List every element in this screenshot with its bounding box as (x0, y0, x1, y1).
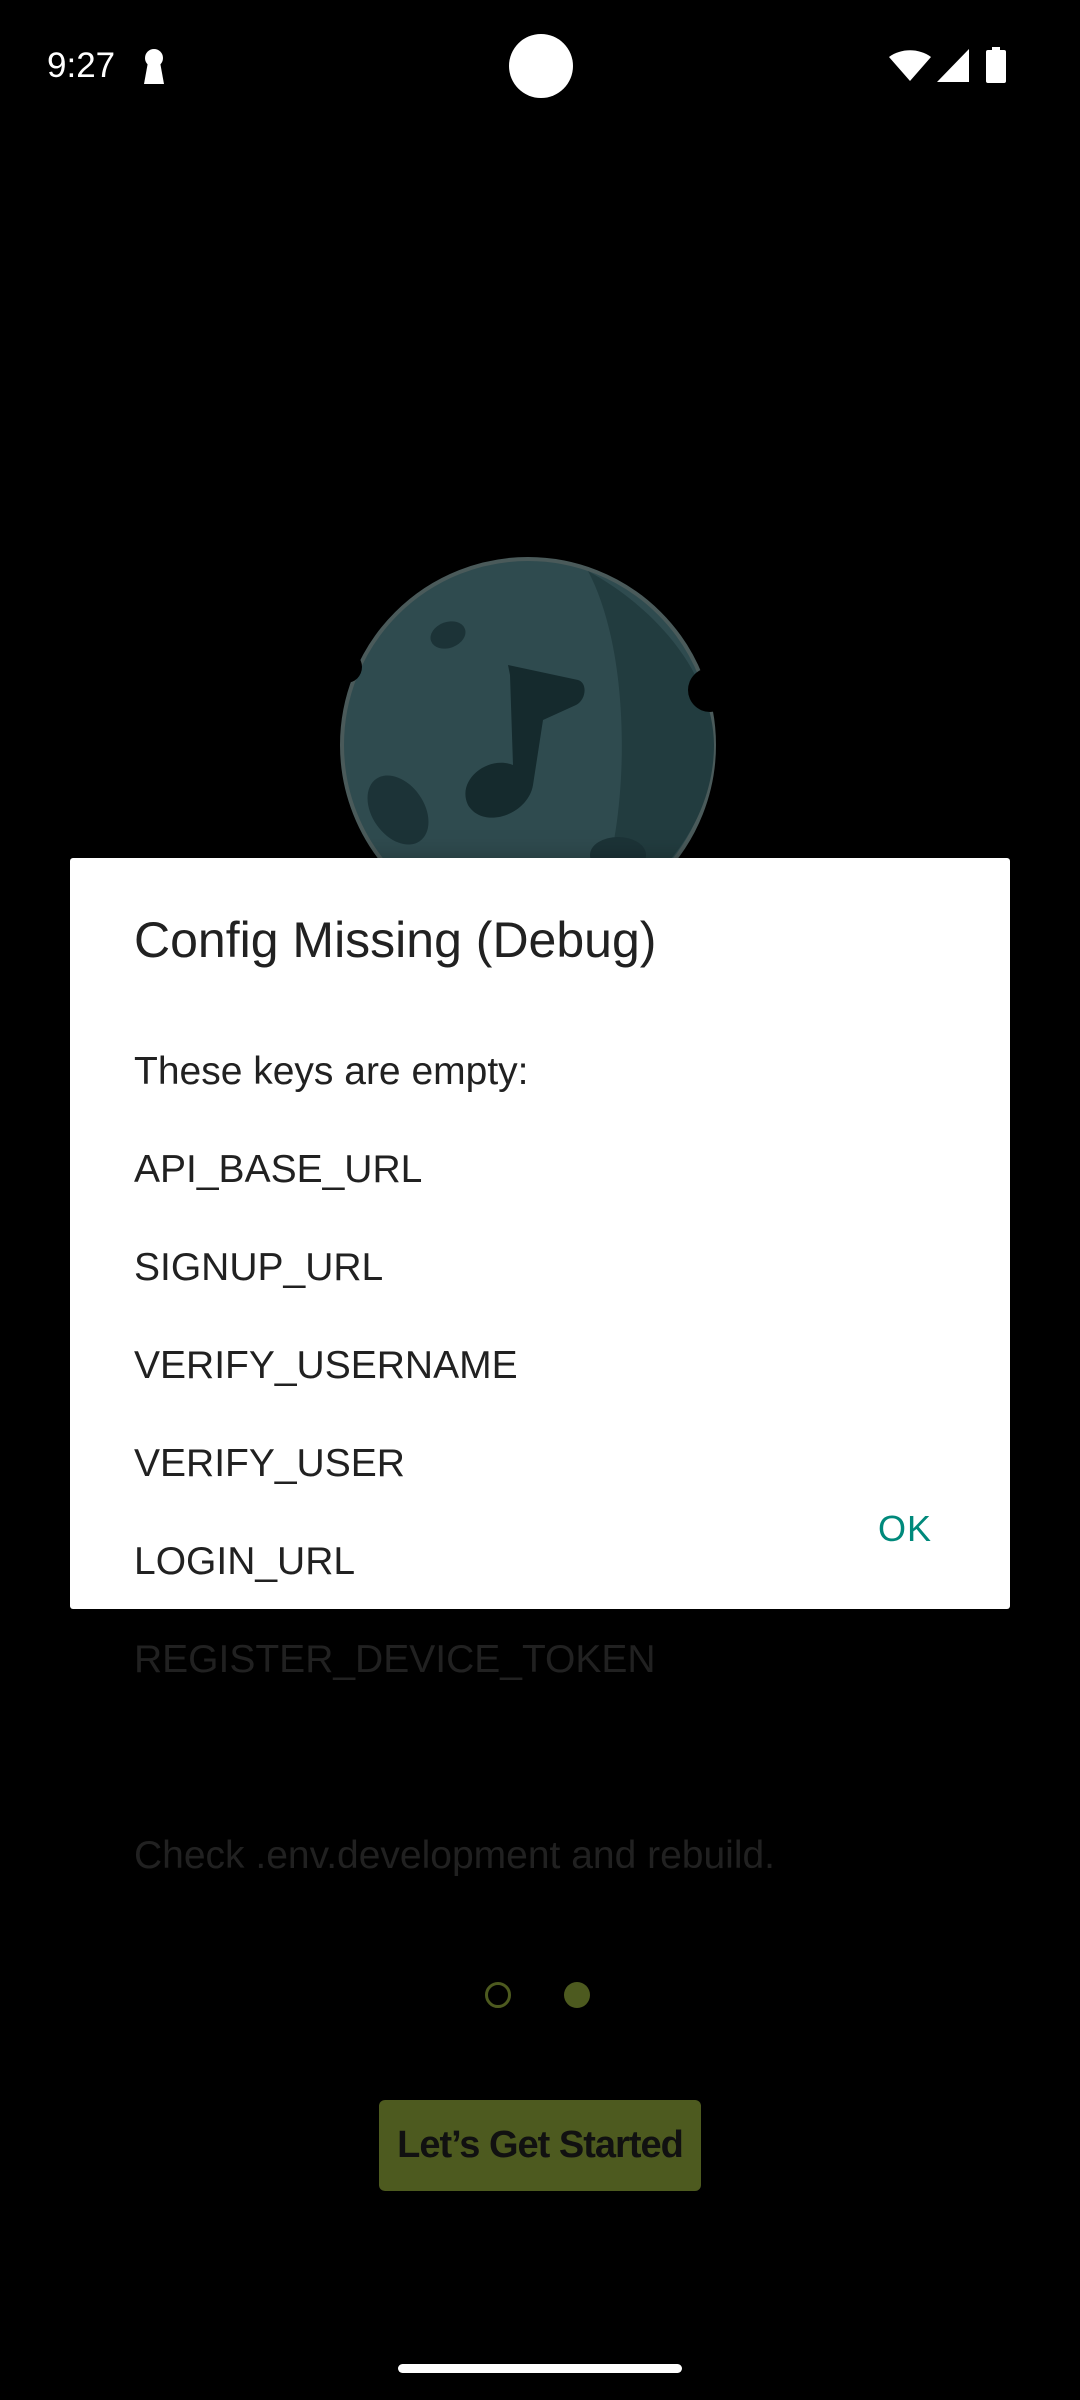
missing-key: REGISTER_DEVICE_TOKEN (134, 1638, 656, 1681)
screen: 9:27 Let’s Get Started Config Missing (D… (0, 0, 1080, 2400)
missing-key: API_BASE_URL (134, 1148, 423, 1191)
config-missing-dialog: Config Missing (Debug) These keys are em… (70, 858, 1010, 1877)
missing-key: SIGNUP_URL (134, 1246, 384, 1289)
dialog-intro: These keys are empty: (134, 1050, 529, 1093)
missing-key: LOGIN_URL (134, 1540, 356, 1583)
missing-key: VERIFY_USER (134, 1442, 405, 1485)
dialog-message: These keys are empty: API_BASE_URL SIGNU… (134, 998, 946, 1929)
dialog-footer: Check .env.development and rebuild. (134, 1834, 776, 1877)
ok-button[interactable]: OK (864, 1498, 946, 1560)
dialog-spacer (134, 1733, 946, 1782)
missing-key: VERIFY_USERNAME (134, 1344, 518, 1387)
dialog-title: Config Missing (Debug) (134, 912, 657, 968)
